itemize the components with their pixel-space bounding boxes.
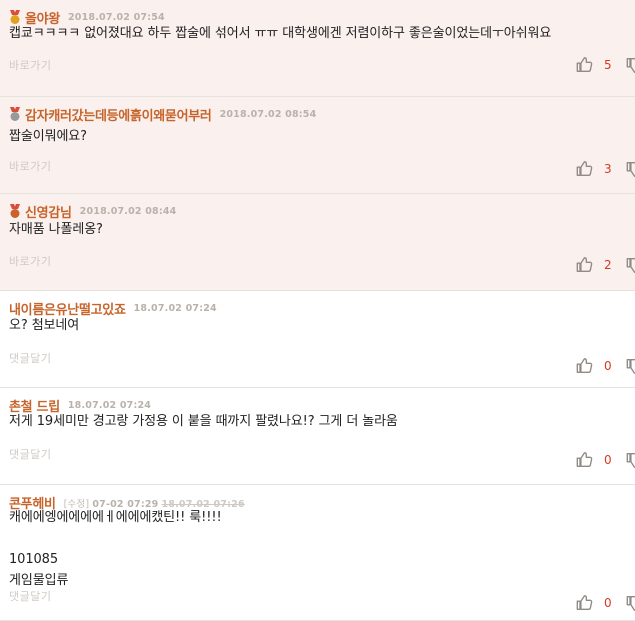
like-button[interactable]: 0	[575, 594, 614, 612]
comment-header: 감자캐러갔는데등에흙이왜묻어부러 2018.07.02 08:54	[9, 105, 316, 124]
thumbs-up-icon	[576, 161, 593, 176]
thumbs-down-icon	[626, 58, 635, 73]
thumbs-down-icon	[626, 596, 635, 611]
comment-date: 2018.07.02 08:44	[79, 206, 177, 217]
comment-date: 18.07.02 07:24	[133, 303, 217, 314]
goto-comment-link[interactable]: 바로가기	[9, 57, 51, 73]
best-comment-item: 올야왕 2018.07.02 07:54 캡쿄ㅋㅋㅋㅋ 없어졌대요 하두 짭술에 섞…	[0, 0, 635, 97]
comment-text: 오? 첨보네여	[9, 318, 80, 333]
comment-date: 2018.07.02 07:54	[67, 12, 165, 23]
comment-meta: 18.07.02 07:24	[134, 303, 217, 314]
comment-date: 18.07.02 07:24	[67, 400, 152, 411]
like-button[interactable]: 0	[575, 357, 614, 375]
comment-text: 짭술이뭐에요?	[9, 129, 87, 144]
dislike-button[interactable]	[625, 160, 635, 178]
like-count: 2	[604, 258, 612, 272]
thumbs-up-icon	[576, 358, 593, 373]
thumbs-up-icon	[576, 57, 593, 72]
like-button[interactable]: 2	[575, 256, 614, 274]
comment-text: 자매품 나폴레옹?	[9, 222, 103, 237]
goto-comment-link[interactable]: 바로가기	[9, 253, 51, 269]
comment-item: 콘푸헤비 [수정] 07-02 07:29 18.07.02 07:26 캐에에엥에에에…	[0, 485, 635, 621]
thumbs-up-icon	[576, 452, 593, 467]
like-button[interactable]: 3	[575, 160, 614, 178]
dislike-button[interactable]	[625, 594, 635, 612]
thumbs-up-icon	[576, 257, 593, 272]
like-count: 0	[604, 453, 612, 467]
like-count: 5	[604, 58, 612, 72]
like-count: 0	[604, 359, 612, 373]
thumbs-down-icon	[626, 258, 635, 273]
commenter-name[interactable]: 감자캐러갔는데등에흙이왜묻어부러	[25, 105, 212, 124]
goto-comment-link[interactable]: 바로가기	[9, 158, 51, 174]
like-button[interactable]: 5	[575, 56, 614, 74]
reply-button[interactable]: 댓글달기	[9, 588, 51, 604]
comment-text: 저게 19세미만 경고랑 가정용 이 붙을 때까지 팔렸나요!? 그게 더 놀라…	[9, 414, 398, 429]
thumbs-down-icon	[626, 162, 635, 177]
best-comment-item: 신영감님 2018.07.02 08:44 자매품 나폴레옹? 바로가기 2	[0, 194, 635, 291]
thumbs-down-icon	[626, 359, 635, 374]
dislike-button[interactable]	[625, 256, 635, 274]
reply-button[interactable]: 댓글달기	[9, 446, 51, 462]
comment-date: 2018.07.02 08:54	[219, 109, 317, 120]
like-button[interactable]: 0	[575, 451, 614, 469]
dislike-button[interactable]	[625, 56, 635, 74]
dislike-button[interactable]	[625, 357, 635, 375]
medal-icon	[10, 204, 20, 218]
comment-meta: 18.07.02 07:24	[68, 400, 151, 411]
thumbs-down-icon	[626, 453, 635, 468]
best-comment-item: 감자캐러갔는데등에흙이왜묻어부러 2018.07.02 08:54 짭술이뭐에요? 바…	[0, 97, 635, 194]
like-count: 0	[604, 596, 612, 610]
comment-meta: 2018.07.02 07:54	[68, 12, 165, 23]
thumbs-up-icon	[576, 595, 593, 610]
comment-meta: 2018.07.02 08:44	[80, 206, 177, 217]
comment-meta: 2018.07.02 08:54	[220, 109, 317, 120]
reply-button[interactable]: 댓글달기	[9, 350, 51, 366]
dislike-button[interactable]	[625, 451, 635, 469]
comment-item: 촌철 드립 18.07.02 07:24 저게 19세미만 경고랑 가정용 이 붙을…	[0, 388, 635, 485]
comment-list: 올야왕 2018.07.02 07:54 캡쿄ㅋㅋㅋㅋ 없어졌대요 하두 짭술에 섞…	[0, 0, 635, 621]
comment-text: 캐에에엥에에에에ㅔ에에에캤틴!! 룩!!!! 101085 게임물입류	[9, 510, 222, 588]
comment-text: 캡쿄ㅋㅋㅋㅋ 없어졌대요 하두 짭술에 섞어서 ㅠㅠ 대학생에겐 저렴이하구 좋…	[9, 26, 552, 41]
comment-item: 내이름은유난떨고있죠 18.07.02 07:24 오? 첨보네여 댓글달기 0	[0, 291, 635, 388]
like-count: 3	[604, 162, 612, 176]
medal-icon	[10, 107, 20, 121]
